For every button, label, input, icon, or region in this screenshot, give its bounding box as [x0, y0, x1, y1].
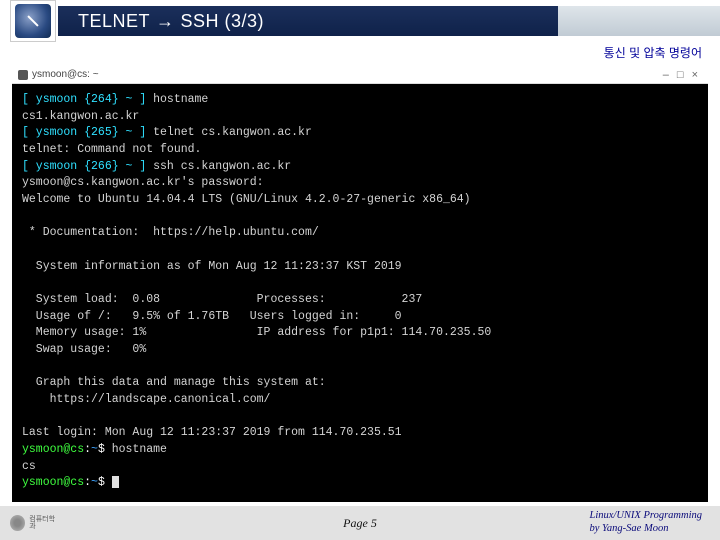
terminal-body[interactable]: [ ysmoon {264} ~ ] hostname cs1.kangwon.… — [12, 84, 708, 502]
credit-line-2: by Yang-Sae Moon — [590, 522, 703, 535]
window-close-button[interactable]: × — [692, 69, 698, 81]
ps-path-1: ~ — [91, 443, 98, 456]
footer-logo: 컴퓨터학과 — [0, 515, 60, 531]
output-sys-l4: Swap usage: 0% — [22, 343, 146, 356]
window-minimize-button[interactable]: – — [663, 69, 669, 81]
output-host2: cs — [22, 460, 36, 473]
slide-subtitle: 통신 및 압축 명령어 — [604, 44, 702, 61]
output-doc: * Documentation: https://help.ubuntu.com… — [22, 226, 319, 239]
terminal-icon — [18, 70, 28, 80]
arrow-icon: → — [156, 11, 175, 32]
output-welcome: Welcome to Ubuntu 14.04.4 LTS (GNU/Linux… — [22, 193, 471, 206]
header-logo — [10, 0, 56, 42]
output-sys-l3: Memory usage: 1% IP address for p1p1: 11… — [22, 326, 491, 339]
output-sys-l2: Usage of /: 9.5% of 1.76TB Users logged … — [22, 310, 402, 323]
ps-user-2: ysmoon@cs — [22, 476, 84, 489]
cmd-3: ssh cs.kangwon.ac.kr — [153, 160, 291, 173]
ps-colon-1: : — [84, 443, 91, 456]
ps-dollar-1: $ — [98, 443, 112, 456]
output-last-login: Last login: Mon Aug 12 11:23:37 2019 fro… — [22, 426, 402, 439]
output-sys-l1: System load: 0.08 Processes: 237 — [22, 293, 422, 306]
output-telnet-err: telnet: Command not found. — [22, 143, 201, 156]
cmd-1: hostname — [153, 93, 208, 106]
output-graph-2: https://landscape.canonical.com/ — [22, 393, 270, 406]
header-logo-art — [15, 4, 51, 38]
title-pre: TELNET — [78, 11, 150, 32]
title-post: SSH (3/3) — [181, 11, 265, 32]
output-graph-1: Graph this data and manage this system a… — [22, 376, 326, 389]
window-maximize-button[interactable]: □ — [677, 69, 684, 81]
output-password-prompt: ysmoon@cs.kangwon.ac.kr's password: — [22, 176, 264, 189]
cursor-icon — [112, 476, 119, 488]
credit-line-1: Linux/UNIX Programming — [590, 509, 703, 522]
footer-logo-mark — [10, 515, 25, 531]
output-host1: cs1.kangwon.ac.kr — [22, 110, 139, 123]
ps-path-2: ~ — [91, 476, 98, 489]
prompt-2: [ ysmoon {265} ~ ] — [22, 126, 153, 139]
slide-credits: Linux/UNIX Programming by Yang-Sae Moon — [590, 509, 703, 535]
window-titlebar: ysmoon@cs: ~ – □ × — [12, 66, 708, 84]
terminal-window: ysmoon@cs: ~ – □ × [ ysmoon {264} ~ ] ho… — [12, 66, 708, 502]
slide-header: TELNET → SSH (3/3) — [0, 0, 720, 44]
ps-dollar-2: $ — [98, 476, 112, 489]
ps-colon-2: : — [84, 476, 91, 489]
cmd-2: telnet cs.kangwon.ac.kr — [153, 126, 312, 139]
prompt-3: [ ysmoon {266} ~ ] — [22, 160, 153, 173]
cmd-hostname-2: hostname — [112, 443, 167, 456]
window-tab-label: ysmoon@cs: ~ — [32, 69, 99, 80]
page-number: Page 5 — [343, 516, 377, 531]
output-sysinfo-header: System information as of Mon Aug 12 11:2… — [22, 260, 402, 273]
footer-logo-text: 컴퓨터학과 — [29, 516, 60, 530]
prompt-1: [ ysmoon {264} ~ ] — [22, 93, 153, 106]
slide-title: TELNET → SSH (3/3) — [58, 6, 558, 36]
ps-user-1: ysmoon@cs — [22, 443, 84, 456]
slide-footer: 컴퓨터학과 Page 5 Linux/UNIX Programming by Y… — [0, 506, 720, 540]
